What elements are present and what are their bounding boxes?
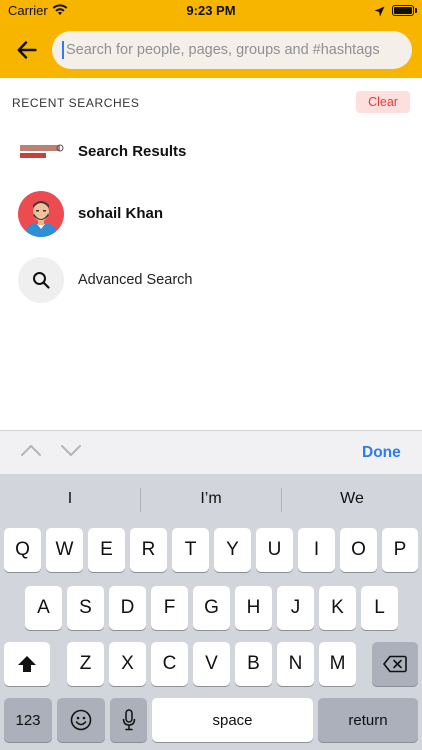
recent-item-label: sohail Khan xyxy=(78,205,164,222)
suggestion-3[interactable]: We xyxy=(282,486,422,512)
key-i[interactable]: I xyxy=(298,528,335,572)
key-h[interactable]: H xyxy=(235,586,272,630)
key-k[interactable]: K xyxy=(319,586,356,630)
return-key[interactable]: return xyxy=(318,698,418,742)
done-button[interactable]: Done xyxy=(362,444,401,462)
key-t[interactable]: T xyxy=(172,528,209,572)
recent-item-label: Advanced Search xyxy=(78,272,193,288)
recent-searches-heading: RECENT SEARCHES xyxy=(12,96,140,110)
next-field-chevron-down-icon[interactable] xyxy=(60,443,82,462)
suggestion-2[interactable]: I’m xyxy=(141,486,281,512)
key-j[interactable]: J xyxy=(277,586,314,630)
key-w[interactable]: W xyxy=(46,528,83,572)
emoji-icon xyxy=(70,709,92,731)
key-r[interactable]: R xyxy=(130,528,167,572)
dictation-key[interactable] xyxy=(110,698,147,742)
numbers-key[interactable]: 123 xyxy=(4,698,52,742)
previous-field-chevron-up-icon[interactable] xyxy=(20,443,42,462)
recent-item-user[interactable]: sohail Khan xyxy=(0,186,422,242)
advanced-search-icon-circle xyxy=(18,257,64,303)
app-bar xyxy=(0,22,422,78)
key-l[interactable]: L xyxy=(361,586,398,630)
key-x[interactable]: X xyxy=(109,642,146,686)
key-c[interactable]: C xyxy=(151,642,188,686)
backspace-key[interactable] xyxy=(372,642,418,686)
key-o[interactable]: O xyxy=(340,528,377,572)
text-cursor xyxy=(62,41,64,59)
key-d[interactable]: D xyxy=(109,586,146,630)
microphone-icon xyxy=(122,709,135,731)
search-results-thumbnail xyxy=(18,142,64,162)
search-icon xyxy=(33,272,50,289)
key-a[interactable]: A xyxy=(25,586,62,630)
key-q[interactable]: Q xyxy=(4,528,41,572)
key-n[interactable]: N xyxy=(277,642,314,686)
battery-cap xyxy=(415,8,417,13)
space-key[interactable]: space xyxy=(152,698,313,742)
recent-item-search-results[interactable]: Search Results xyxy=(0,124,422,180)
key-m[interactable]: M xyxy=(319,642,356,686)
shift-arrow-icon xyxy=(18,656,36,672)
keyboard: I I’m We Q W E R T Y U I O P A S D F G H… xyxy=(0,474,422,750)
search-input[interactable] xyxy=(62,31,407,69)
suggestion-1[interactable]: I xyxy=(0,486,140,512)
battery-icon xyxy=(392,5,414,16)
recent-item-label: Search Results xyxy=(78,143,187,160)
backspace-icon xyxy=(383,655,407,673)
key-s[interactable]: S xyxy=(67,586,104,630)
key-u[interactable]: U xyxy=(256,528,293,572)
key-p[interactable]: P xyxy=(382,528,418,572)
clear-button[interactable]: Clear xyxy=(356,91,410,113)
key-v[interactable]: V xyxy=(193,642,230,686)
user-avatar xyxy=(18,191,64,237)
emoji-key[interactable] xyxy=(57,698,105,742)
key-y[interactable]: Y xyxy=(214,528,251,572)
key-f[interactable]: F xyxy=(151,586,188,630)
key-e[interactable]: E xyxy=(88,528,125,572)
keyboard-toolbar: Done xyxy=(0,430,422,474)
search-box[interactable] xyxy=(52,31,412,69)
advanced-search-item[interactable]: Advanced Search xyxy=(0,252,422,308)
location-arrow-icon xyxy=(374,4,385,22)
back-arrow-icon xyxy=(17,41,37,59)
key-b[interactable]: B xyxy=(235,642,272,686)
key-z[interactable]: Z xyxy=(67,642,104,686)
status-time: 9:23 PM xyxy=(186,3,236,18)
shift-key[interactable] xyxy=(4,642,50,686)
key-g[interactable]: G xyxy=(193,586,230,630)
status-bar: Carrier 9:23 PM xyxy=(0,0,422,22)
back-button[interactable] xyxy=(10,34,44,66)
